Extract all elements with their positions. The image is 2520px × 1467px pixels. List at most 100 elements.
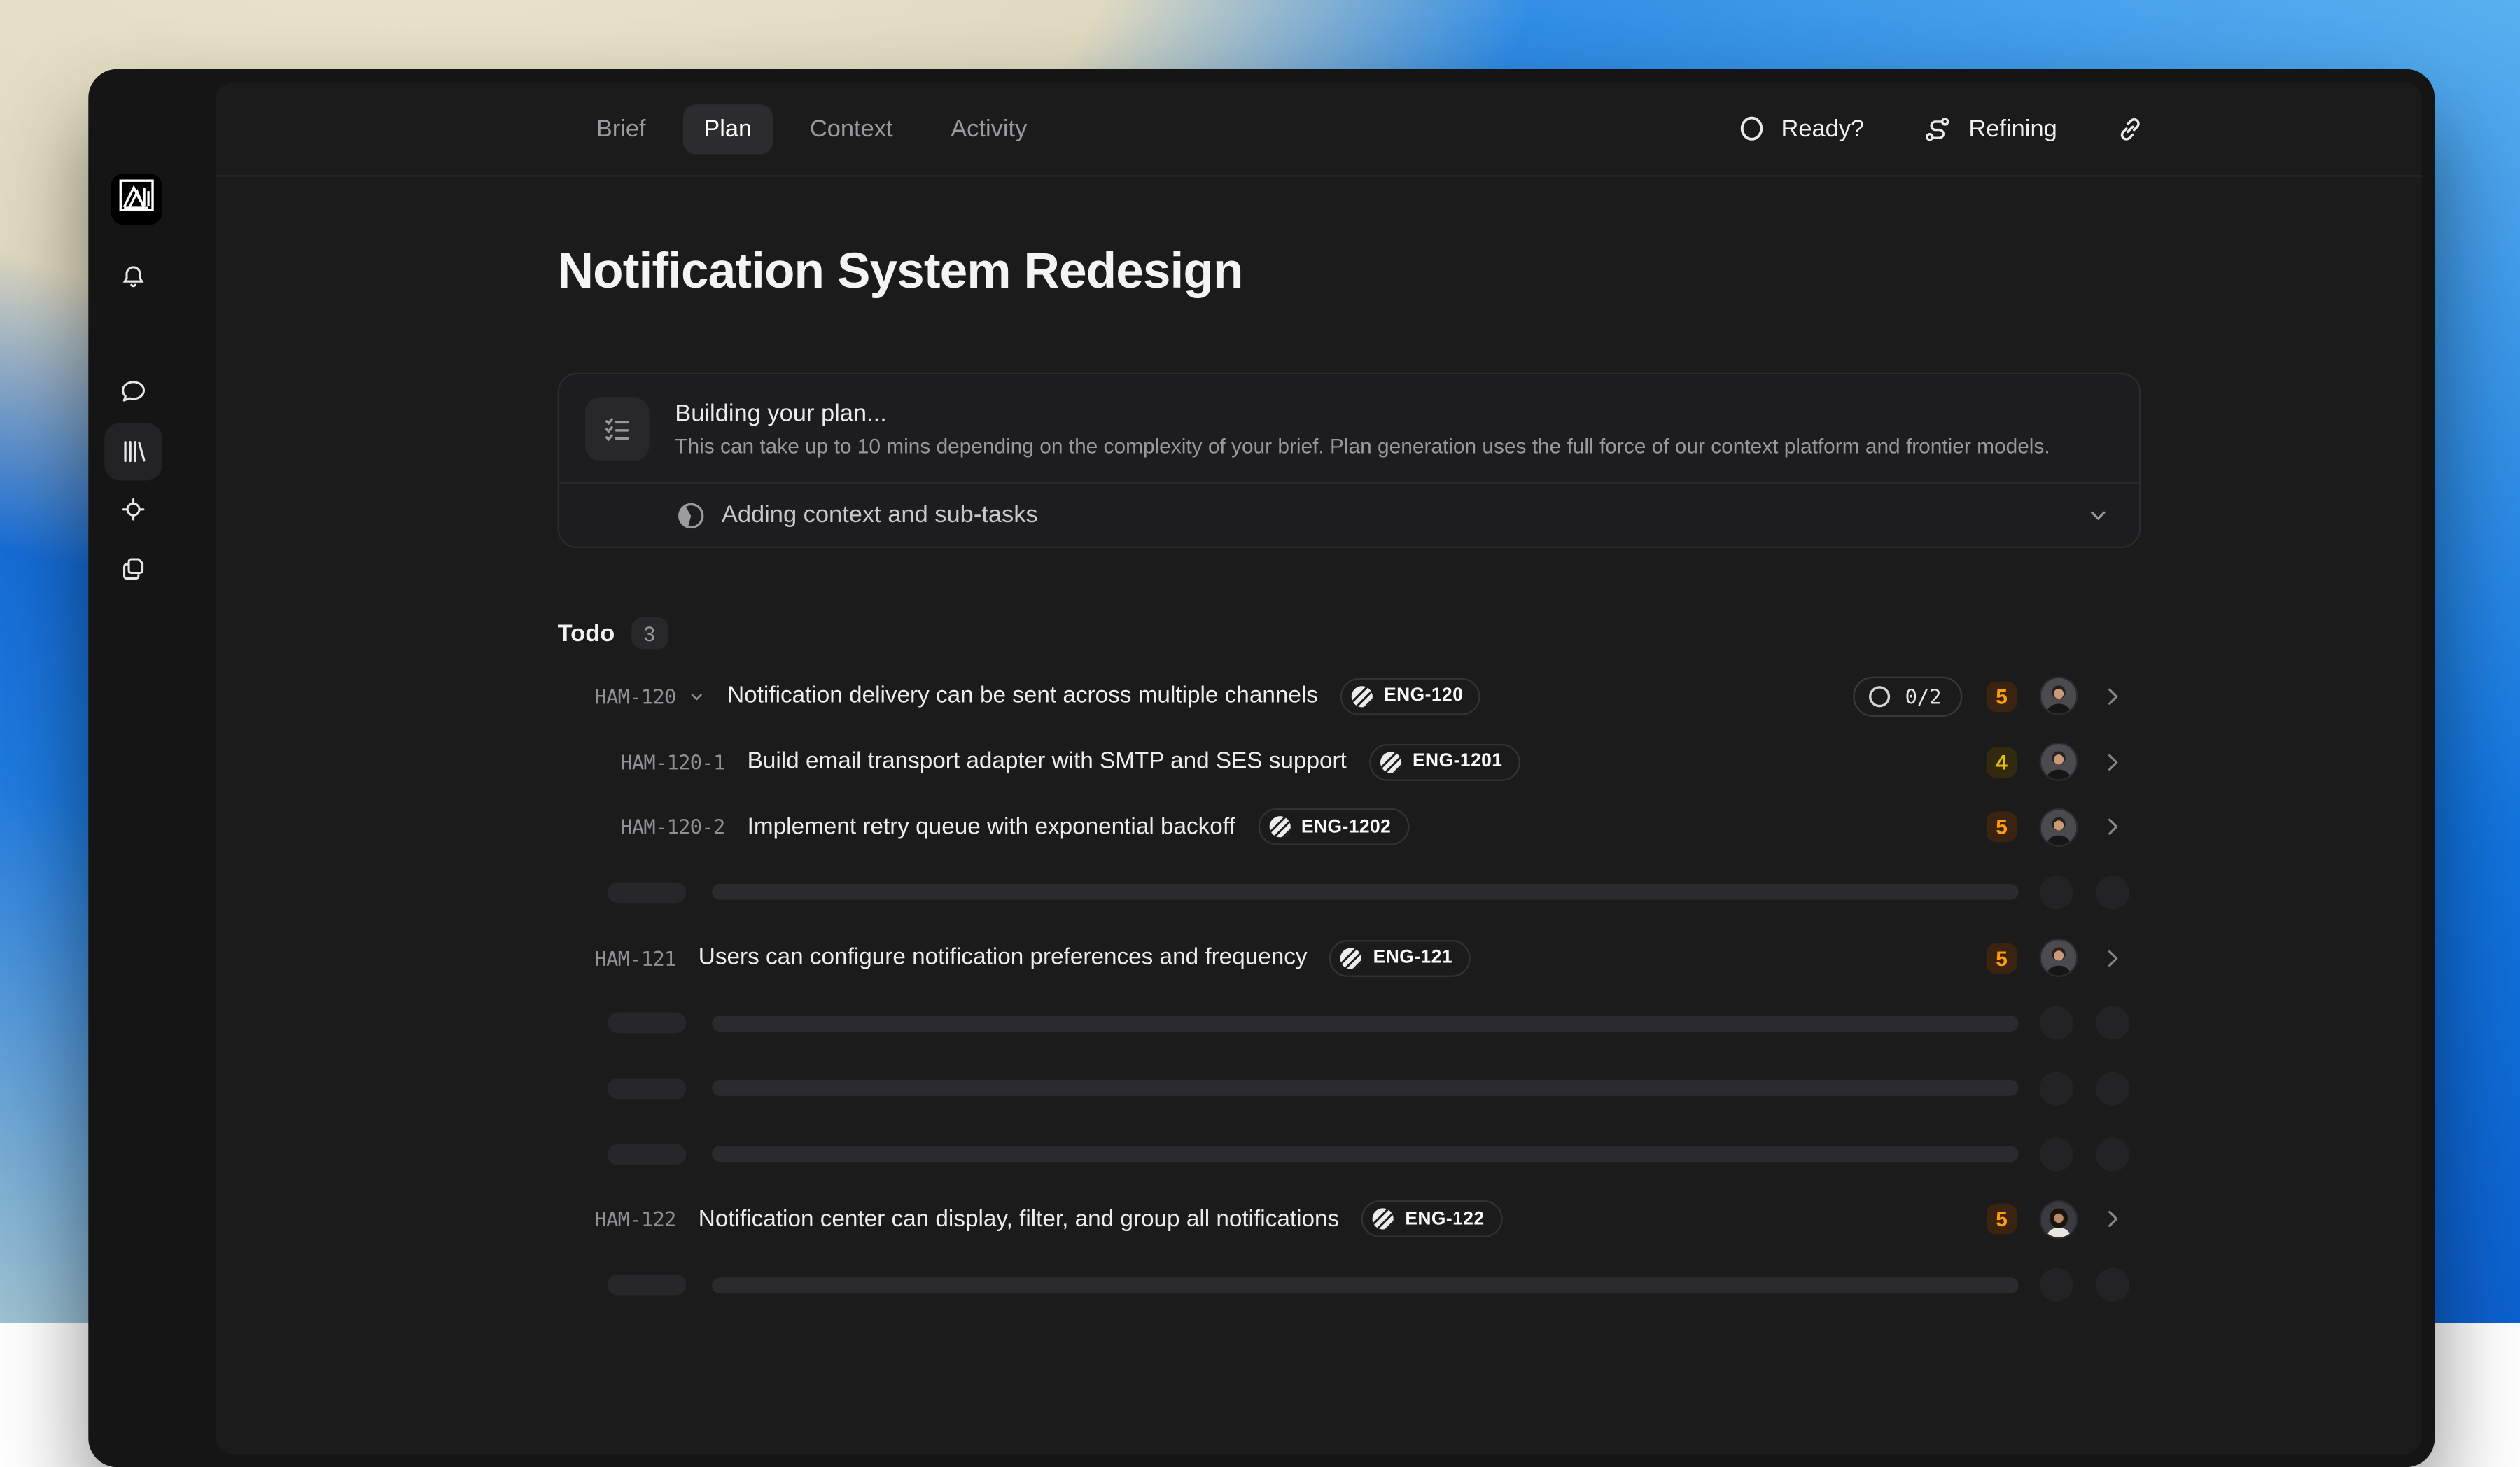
skeleton-id-pill (608, 1275, 687, 1296)
task-list: HAM-120Notification delivery can be sent… (558, 664, 2141, 1317)
topbar-right: Ready? Refining (1740, 113, 2146, 144)
chevron-right-icon[interactable] (2101, 750, 2124, 773)
todo-count-badge: 3 (631, 617, 668, 650)
todo-section-header: Todo 3 (558, 617, 2141, 650)
skeleton-circles (2040, 1268, 2130, 1302)
priority-badge[interactable]: 5 (1987, 943, 2017, 974)
refining-status[interactable]: Refining (1922, 113, 2057, 144)
assignee-avatar[interactable] (2041, 679, 2077, 715)
skeleton-circle (2096, 1006, 2129, 1040)
task-row-HAM-122[interactable]: HAM-122 Notification center can display, … (558, 1187, 2141, 1252)
task-title: Notification center can display, filter,… (699, 1207, 1339, 1233)
skeleton-circles (2040, 1137, 2130, 1171)
plan-card-texts: Building your plan... This can take up t… (675, 400, 2050, 458)
priority-badge[interactable]: 5 (1987, 1204, 2017, 1235)
chevron-right-icon[interactable] (2101, 946, 2124, 969)
app-window: Brief Plan Context Activity Ready? (88, 69, 2435, 1467)
skeleton-id-pill (608, 1013, 687, 1034)
skeleton-title-bar (712, 1277, 2019, 1293)
checklist-icon (585, 396, 650, 461)
skeleton-circle (2096, 1072, 2129, 1105)
chevron-right-icon[interactable] (2101, 685, 2124, 708)
linked-issue-pill[interactable]: ENG-120 (1340, 678, 1481, 715)
assignee-avatar[interactable] (2041, 940, 2077, 976)
linked-issue-label: ENG-120 (1384, 687, 1463, 706)
ready-label: Ready? (1781, 115, 1864, 142)
workflow-icon (1922, 113, 1953, 144)
task-row-HAM-120-1[interactable]: HAM-120-1 Build email transport adapter w… (558, 729, 2141, 794)
skeleton-row (558, 1056, 2141, 1121)
linked-issue-pill[interactable]: ENG-121 (1330, 939, 1471, 976)
tab-plan[interactable]: Plan (682, 104, 773, 153)
striped-ball-icon (1371, 1207, 1395, 1231)
task-title: Users can configure notification prefere… (699, 945, 1308, 971)
task-id: HAM-121 (594, 946, 676, 969)
chevron-down-icon[interactable] (687, 687, 705, 705)
assignee-avatar[interactable] (2041, 1202, 2077, 1237)
skeleton-title-bar (712, 1146, 2019, 1162)
striped-ball-icon (1379, 750, 1403, 773)
skeleton-circles (2040, 876, 2130, 909)
linked-issue-pill[interactable]: ENG-1202 (1258, 808, 1409, 845)
tab-brief[interactable]: Brief (575, 104, 667, 153)
link-icon (2115, 113, 2146, 144)
tab-activity[interactable]: Activity (930, 104, 1048, 153)
crosshair-icon (118, 493, 150, 526)
priority-badge[interactable]: 4 (1987, 747, 2017, 778)
task-row-HAM-120[interactable]: HAM-120Notification delivery can be sent… (558, 664, 2141, 729)
task-id: HAM-120-1 (620, 750, 724, 773)
sidebar-item-copy[interactable] (104, 540, 162, 598)
chevron-down-icon[interactable] (2086, 503, 2110, 527)
sidebar-item-target[interactable] (104, 480, 162, 538)
skeleton-circle (2096, 876, 2129, 909)
sidebar-item-library[interactable] (104, 423, 162, 481)
plan-card-subtitle: This can take up to 10 mins depending on… (675, 433, 2050, 457)
task-title: Build email transport adapter with SMTP … (748, 749, 1347, 775)
linked-issue-label: ENG-121 (1373, 948, 1452, 968)
sidebar (88, 69, 215, 1467)
task-row-HAM-121[interactable]: HAM-121 Users can configure notification … (558, 925, 2141, 990)
ready-status[interactable]: Ready? (1740, 115, 1864, 142)
task-title: Notification delivery can be sent across… (727, 684, 1318, 710)
circle-status-icon (1740, 115, 1765, 141)
priority-badge[interactable]: 5 (1987, 681, 2017, 712)
assignee-avatar[interactable] (2041, 744, 2077, 780)
skeleton-row (558, 1252, 2141, 1317)
sidebar-item-chat[interactable] (104, 363, 162, 421)
main-panel: Brief Plan Context Activity Ready? (216, 82, 2422, 1454)
row-right-cluster: 5 (1987, 940, 2124, 976)
task-title: Implement retry queue with exponential b… (748, 814, 1236, 840)
copy-icon (118, 553, 150, 585)
progress-pie-icon (677, 500, 706, 529)
subtask-progress-pill[interactable]: 0/2 (1854, 676, 1962, 716)
assignee-avatar[interactable] (2041, 809, 2077, 845)
striped-ball-icon (1350, 685, 1374, 708)
linked-issue-label: ENG-1201 (1413, 752, 1502, 772)
plan-status-row[interactable]: Adding context and sub-tasks (559, 482, 2139, 547)
task-id: HAM-122 (594, 1207, 676, 1231)
tab-context[interactable]: Context (789, 104, 913, 153)
skeleton-circle (2040, 1072, 2073, 1105)
skeleton-circle (2040, 1268, 2073, 1302)
linked-issue-pill[interactable]: ENG-122 (1362, 1201, 1502, 1238)
linked-issue-pill[interactable]: ENG-1201 (1369, 743, 1520, 780)
skeleton-row (558, 859, 2141, 925)
skeleton-id-pill (608, 1078, 687, 1099)
bell-icon (118, 262, 150, 294)
logo-icon (115, 174, 158, 224)
striped-ball-icon (1268, 815, 1292, 839)
stage: Brief Plan Context Activity Ready? (0, 0, 2520, 1323)
sidebar-item-notifications[interactable] (104, 249, 162, 307)
skeleton-title-bar (712, 1081, 2019, 1097)
task-id: HAM-120-2 (620, 815, 724, 839)
chevron-right-icon[interactable] (2101, 815, 2124, 839)
priority-badge[interactable]: 5 (1987, 812, 2017, 843)
progress-circle-icon (1868, 685, 1892, 708)
chevron-right-icon[interactable] (2101, 1207, 2124, 1231)
share-link-button[interactable] (2115, 113, 2146, 144)
skeleton-circle (2096, 1137, 2129, 1171)
skeleton-circles (2040, 1072, 2130, 1105)
chat-icon (118, 376, 150, 408)
task-row-HAM-120-2[interactable]: HAM-120-2 Implement retry queue with expo… (558, 794, 2141, 859)
app-logo[interactable] (111, 174, 162, 225)
